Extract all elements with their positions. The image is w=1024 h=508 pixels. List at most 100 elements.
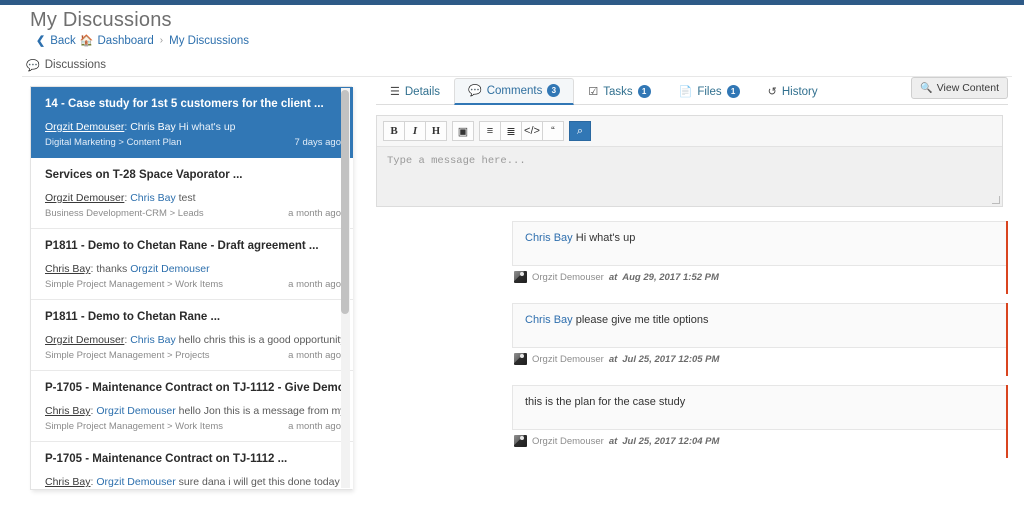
snippet-mention: Chris Bay bbox=[130, 192, 176, 204]
discussion-list-item[interactable]: Services on T-28 Space Vaporator ... Orgz… bbox=[31, 158, 353, 229]
breadcrumb-separator: › bbox=[159, 35, 164, 46]
discussion-list-item[interactable]: P1811 - Demo to Chetan Rane ... Orgzit De… bbox=[31, 300, 353, 371]
comment-editor: B I H ▣ ≡ ≣ </> “⌕ Type a message here... bbox=[376, 115, 1003, 207]
image-button[interactable]: ▣ bbox=[452, 121, 474, 141]
snippet-author: Chris Bay bbox=[45, 263, 91, 275]
avatar bbox=[514, 435, 527, 447]
italic-button[interactable]: I bbox=[404, 121, 426, 141]
resize-handle[interactable] bbox=[992, 196, 1000, 204]
avatar bbox=[514, 271, 527, 283]
discussion-snippet: Orgzit Demouser: Chris Bay Hi what's up bbox=[45, 121, 236, 133]
view-content-label: View Content bbox=[936, 82, 999, 94]
tab-files[interactable]: 📄 Files 1 bbox=[665, 79, 754, 105]
file-icon: 📄 bbox=[678, 86, 693, 98]
editor-toolbar: B I H ▣ ≡ ≣ </> “⌕ bbox=[377, 116, 1002, 147]
snippet-text: thanks bbox=[96, 263, 131, 275]
tab-label: History bbox=[781, 85, 818, 98]
breadcrumb-dashboard-link[interactable]: Dashboard bbox=[98, 35, 154, 47]
tab-badge: 3 bbox=[547, 84, 561, 97]
comment-text: Hi what's up bbox=[575, 232, 636, 244]
ordered-list-button[interactable]: ≣ bbox=[500, 121, 522, 141]
discussion-time: 7 days ago bbox=[294, 137, 341, 148]
discussion-list-item[interactable]: P-1705 - Maintenance Contract on TJ-1112… bbox=[31, 371, 353, 442]
snippet-text: hello chris this is a good opportunity t… bbox=[178, 334, 341, 346]
discussion-path: Simple Project Management > Work Items bbox=[45, 279, 224, 290]
snippet-author: Orgzit Demouser bbox=[45, 121, 125, 133]
tab-details[interactable]: ☰ Details bbox=[376, 79, 454, 105]
comment-author: Orgzit Demouser bbox=[532, 353, 604, 365]
tab-tasks[interactable]: ☑ Tasks 1 bbox=[574, 79, 664, 105]
view-content-button[interactable]: 🔍 View Content bbox=[911, 77, 1008, 99]
comment-text: please give me title options bbox=[575, 314, 709, 326]
message-placeholder: Type a message here... bbox=[387, 155, 526, 167]
breadcrumb: ❮ Back 🏠 Dashboard › My Discussions bbox=[0, 32, 1024, 48]
table-icon: ☰ bbox=[390, 86, 400, 98]
quote-button[interactable]: “ bbox=[542, 121, 564, 141]
discussion-title: P-1705 - Maintenance Contract on TJ-1112… bbox=[45, 453, 288, 465]
discussion-list-item[interactable]: P1811 - Demo to Chetan Rane - Draft agre… bbox=[31, 229, 353, 300]
discussion-snippet: Chris Bay: Orgzit Demouser hello Jon thi… bbox=[45, 405, 341, 418]
page-header: My Discussions ❮ Back 🏠 Dashboard › My D… bbox=[0, 5, 1024, 47]
snippet-mention: Chris Bay bbox=[130, 121, 176, 133]
comment-meta: Orgzit Demouser at Jul 25, 2017 12:05 PM bbox=[512, 348, 1008, 365]
discussion-list-item[interactable]: 14 - Case study for 1st 5 customers for … bbox=[31, 87, 353, 158]
snippet-text: test bbox=[178, 192, 196, 204]
message-input[interactable]: Type a message here... bbox=[377, 147, 1002, 206]
code-button[interactable]: </> bbox=[521, 121, 543, 141]
avatar bbox=[514, 353, 527, 365]
bold-button[interactable]: B bbox=[383, 121, 405, 141]
preview-button[interactable]: ⌕ bbox=[569, 121, 591, 141]
snippet-author: Chris Bay bbox=[45, 405, 91, 417]
discussion-title: Services on T-28 Space Vaporator ... bbox=[45, 169, 243, 181]
tab-label: Comments bbox=[486, 84, 543, 97]
home-icon: 🏠 bbox=[79, 35, 94, 47]
tab-label: Files bbox=[697, 85, 722, 98]
discussion-title: P1811 - Demo to Chetan Rane ... bbox=[45, 311, 221, 323]
discussions-list[interactable]: 14 - Case study for 1st 5 customers for … bbox=[31, 87, 353, 489]
snippet-mention: Orgzit Demouser bbox=[130, 263, 210, 275]
search-icon: 🔍 bbox=[920, 82, 933, 94]
discussion-title: P1811 - Demo to Chetan Rane - Draft agre… bbox=[45, 240, 319, 252]
comments-list: Chris Bay Hi what's up Orgzit Demouser at A… bbox=[376, 221, 1008, 458]
comment-body: this is the plan for the case study bbox=[512, 385, 1008, 430]
unordered-list-button[interactable]: ≡ bbox=[479, 121, 501, 141]
heading-button[interactable]: H bbox=[425, 121, 447, 141]
app-root: My Discussions ❮ Back 🏠 Dashboard › My D… bbox=[0, 0, 1024, 508]
comment-body: Chris Bay Hi what's up bbox=[512, 221, 1008, 266]
list-scrollbar-thumb[interactable] bbox=[341, 90, 349, 314]
discussion-title: P-1705 - Maintenance Contract on TJ-1112… bbox=[45, 382, 341, 394]
snippet-mention: Orgzit Demouser bbox=[96, 405, 176, 417]
tab-comments[interactable]: 💬 Comments 3 bbox=[454, 78, 575, 105]
comment-author: Orgzit Demouser bbox=[532, 435, 604, 447]
snippet-author: Chris Bay bbox=[45, 476, 91, 488]
comment-date: Jul 25, 2017 12:04 PM bbox=[622, 435, 720, 447]
tab-history[interactable]: ↺ History bbox=[754, 79, 832, 105]
breadcrumb-current[interactable]: My Discussions bbox=[169, 35, 249, 47]
snippet-mention: Orgzit Demouser bbox=[96, 476, 176, 488]
comment-meta: Orgzit Demouser at Jul 25, 2017 12:04 PM bbox=[512, 430, 1008, 447]
list-scrollbar-track[interactable] bbox=[341, 88, 350, 488]
discussion-footer: Simple Project Management > Work Items a … bbox=[45, 279, 341, 291]
discussion-time: a month ago bbox=[288, 208, 341, 219]
snippet-mention: Chris Bay bbox=[130, 334, 176, 346]
discussion-snippet: Chris Bay: Orgzit Demouser sure dana i w… bbox=[45, 476, 341, 489]
comment-date: Jul 25, 2017 12:05 PM bbox=[622, 353, 720, 365]
speech-bubble-icon: 💬 bbox=[26, 59, 40, 72]
comment-item: Chris Bay Hi what's up Orgzit Demouser at A… bbox=[512, 221, 1008, 294]
section-header: 💬 Discussions bbox=[0, 54, 1024, 76]
comment-at-word: at bbox=[608, 271, 618, 283]
comment-at-word: at bbox=[608, 353, 618, 365]
discussion-time: a month ago bbox=[288, 279, 341, 290]
comment-body: Chris Bay please give me title options bbox=[512, 303, 1008, 348]
discussion-path: Digital Marketing > Content Plan bbox=[45, 137, 182, 148]
discussion-snippet: Orgzit Demouser: Chris Bay hello chris t… bbox=[45, 334, 341, 347]
section-label: Discussions bbox=[44, 59, 107, 71]
discussions-panel: 14 - Case study for 1st 5 customers for … bbox=[30, 86, 353, 490]
tab-bar: ☰ Details 💬 Comments 3 ☑ Tasks 1 📄 Files 1 ↺ History… bbox=[376, 77, 1008, 105]
breadcrumb-back-link[interactable]: Back bbox=[50, 35, 76, 47]
discussion-list-item[interactable]: P-1705 - Maintenance Contract on TJ-1112… bbox=[31, 442, 353, 489]
tab-badge: 1 bbox=[726, 85, 740, 98]
tab-label: Tasks bbox=[603, 85, 633, 98]
discussion-snippet: Chris Bay: thanks Orgzit Demouser bbox=[45, 263, 210, 275]
comment-text: this is the plan for the case study bbox=[525, 396, 686, 408]
